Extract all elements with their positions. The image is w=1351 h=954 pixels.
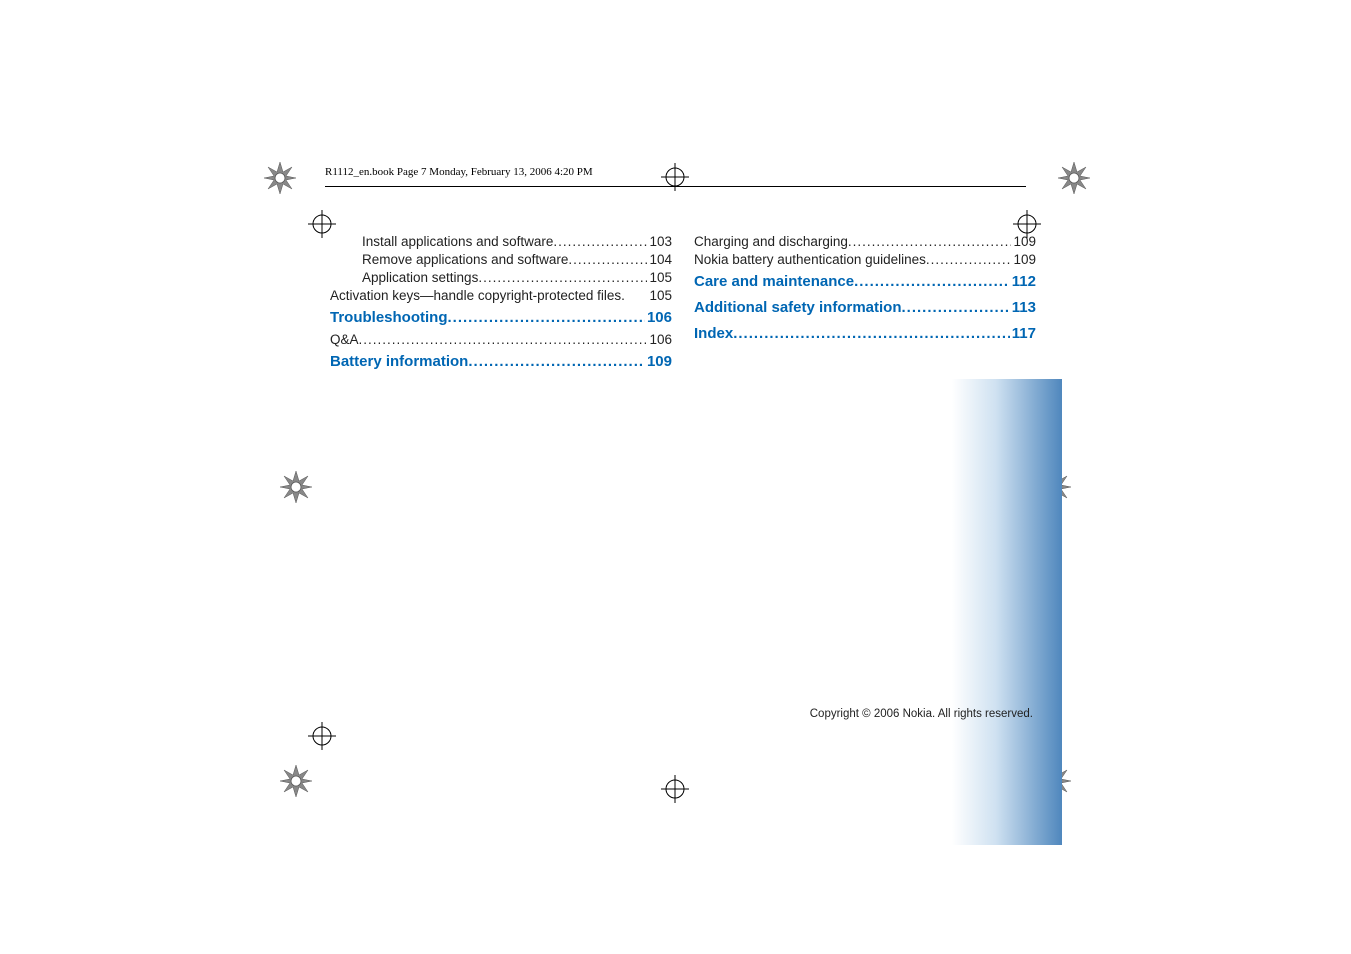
- toc-entry-page: 117: [1010, 321, 1036, 347]
- toc-entry-label: Remove applications and software: [362, 251, 568, 269]
- running-header-text: R1112_en.book Page 7 Monday, February 13…: [325, 166, 593, 178]
- toc-leader-dots: ........................................…: [926, 251, 1012, 269]
- toc-entry-page: 109: [1011, 233, 1036, 251]
- toc-entry-label: Index: [694, 321, 733, 347]
- toc-leader-dots: ........................................…: [359, 331, 648, 349]
- crop-target-icon: [661, 775, 689, 803]
- crop-target-icon: [308, 722, 336, 750]
- toc-entry-page: 104: [647, 251, 672, 269]
- thumb-tab-gradient: [952, 379, 1062, 845]
- toc-entry-page: 113: [1010, 295, 1036, 321]
- toc-chapter-entry[interactable]: Index...................................…: [694, 321, 1036, 347]
- toc-entry-label: Charging and discharging: [694, 233, 848, 251]
- toc-entry-label: Install applications and software: [362, 233, 553, 251]
- toc-entry-label: Nokia battery authentication guidelines: [694, 251, 926, 269]
- toc-leader-dots: ........................................…: [478, 269, 647, 287]
- toc-chapter-entry[interactable]: Care and maintenance....................…: [694, 269, 1036, 295]
- toc-entry[interactable]: Charging and discharging................…: [694, 233, 1036, 251]
- toc-leader-dots: ........................................…: [468, 349, 645, 375]
- toc-entry-page: 105: [647, 287, 672, 305]
- toc-entry-page: 105: [647, 269, 672, 287]
- toc-leader-dots: ........................................…: [553, 233, 647, 251]
- toc-columns: Install applications and software.......…: [330, 233, 1036, 375]
- toc-entry-page: 112: [1010, 269, 1036, 295]
- toc-entry[interactable]: Activation keys—handle copyright-protect…: [330, 287, 672, 305]
- toc-entry-label: Q&A: [330, 331, 359, 349]
- toc-entry-page: 106: [645, 305, 672, 331]
- toc-chapter-entry[interactable]: Troubleshooting.........................…: [330, 305, 672, 331]
- toc-right-column: Charging and discharging................…: [694, 233, 1036, 375]
- toc-entry-page: 109: [645, 349, 672, 375]
- crop-star-icon: [264, 162, 296, 194]
- toc-entry[interactable]: Install applications and software.......…: [330, 233, 672, 251]
- toc-leader-dots: ........................................…: [733, 321, 1010, 347]
- toc-leader-dots: ........................................…: [448, 305, 645, 331]
- toc-leader-dots: ........................................…: [902, 295, 1010, 321]
- toc-leader-dots: ........................................…: [848, 233, 1012, 251]
- toc-entry-label: Application settings: [362, 269, 478, 287]
- toc-entry[interactable]: Application settings....................…: [330, 269, 672, 287]
- toc-entry-page: 106: [647, 331, 672, 349]
- toc-entry-label: Activation keys—handle copyright-protect…: [330, 287, 647, 305]
- toc-leader-dots: ........................................…: [568, 251, 647, 269]
- crop-star-icon: [280, 471, 312, 503]
- toc-entry-label: Additional safety information: [694, 295, 902, 321]
- toc-entry-page: 109: [1011, 251, 1036, 269]
- toc-entry[interactable]: Q&A.....................................…: [330, 331, 672, 349]
- toc-chapter-entry[interactable]: Additional safety information...........…: [694, 295, 1036, 321]
- crop-star-icon: [1058, 162, 1090, 194]
- toc-left-column: Install applications and software.......…: [330, 233, 672, 375]
- running-header: R1112_en.book Page 7 Monday, February 13…: [325, 168, 1026, 187]
- toc-entry[interactable]: Remove applications and software........…: [330, 251, 672, 269]
- toc-entry[interactable]: Nokia battery authentication guidelines.…: [694, 251, 1036, 269]
- toc-entry-label: Care and maintenance: [694, 269, 854, 295]
- toc-entry-label: Battery information: [330, 349, 468, 375]
- crop-star-icon: [280, 765, 312, 797]
- toc-leader-dots: ........................................…: [854, 269, 1010, 295]
- toc-chapter-entry[interactable]: Battery information.....................…: [330, 349, 672, 375]
- toc-entry-page: 103: [647, 233, 672, 251]
- copyright-footer: Copyright © 2006 Nokia. All rights reser…: [810, 708, 1033, 720]
- toc-entry-label: Troubleshooting: [330, 305, 448, 331]
